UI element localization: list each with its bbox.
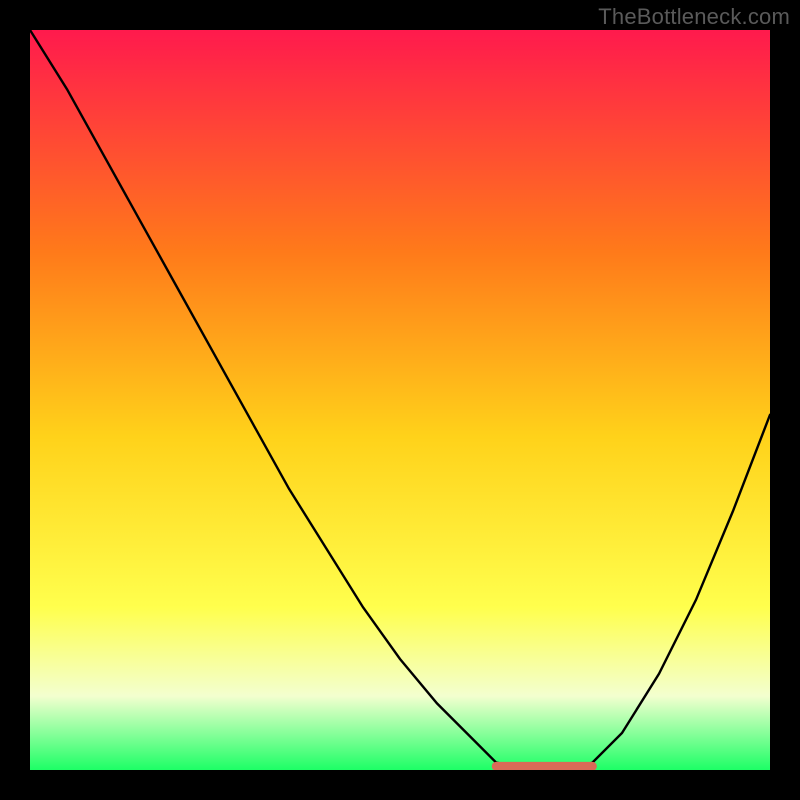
bottleneck-chart [30, 30, 770, 770]
chart-frame: TheBottleneck.com [0, 0, 800, 800]
watermark-text: TheBottleneck.com [598, 4, 790, 30]
chart-svg [30, 30, 770, 770]
